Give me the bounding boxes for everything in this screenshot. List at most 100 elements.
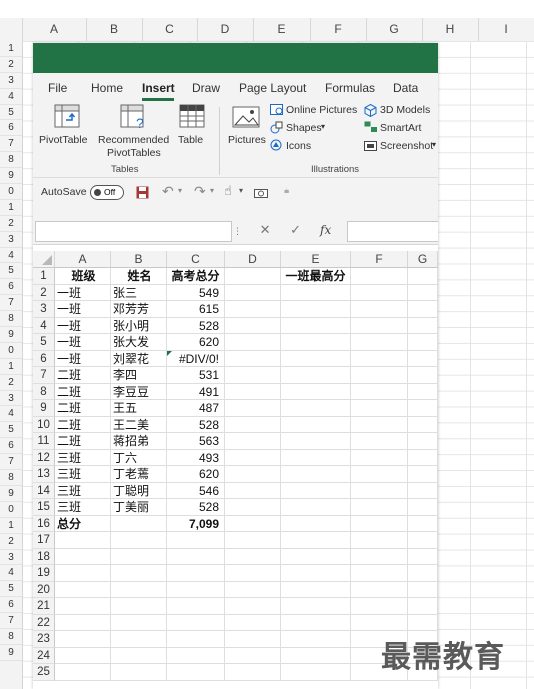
cell-b[interactable]: 王五 [111,400,167,417]
col-header-d[interactable]: D [225,251,281,267]
bg-row-header[interactable]: 4 [0,89,22,105]
cell-g[interactable] [408,416,438,433]
row-header[interactable]: 17 [33,532,55,549]
bg-row-header[interactable]: 9 [0,486,22,502]
cell-d[interactable] [225,565,281,582]
cell-d[interactable] [225,383,281,400]
cell-d[interactable] [225,268,281,285]
cell-a[interactable] [55,581,111,598]
cell-e[interactable] [281,367,351,384]
cell-b[interactable]: 张小明 [111,317,167,334]
cell-f[interactable] [351,499,408,516]
cell-f[interactable] [351,400,408,417]
cell-g[interactable] [408,383,438,400]
bg-col-g[interactable]: G [366,18,423,41]
cell-d[interactable] [225,301,281,318]
cell-f[interactable] [351,334,408,351]
cell-b[interactable]: 蒋招弟 [111,433,167,450]
cell-g[interactable] [408,532,438,549]
cell-a[interactable] [55,565,111,582]
bg-row-header[interactable]: 9 [0,168,22,185]
cell-g[interactable] [408,317,438,334]
bg-col-f[interactable]: F [310,18,367,41]
cell-e[interactable] [281,499,351,516]
cell-f[interactable] [351,416,408,433]
bg-row-header[interactable]: 5 [0,105,22,121]
cell-c[interactable] [167,664,225,681]
row-header[interactable]: 22 [33,614,55,631]
cell-a[interactable]: 二班 [55,400,111,417]
cell-f[interactable] [351,482,408,499]
cell-b[interactable]: 李四 [111,367,167,384]
row-header[interactable]: 20 [33,581,55,598]
bg-row-header[interactable]: 3 [0,391,22,407]
row-header[interactable]: 11 [33,433,55,450]
cell-f[interactable] [351,614,408,631]
cell-a[interactable]: 总分 [55,515,111,532]
row-header[interactable]: 19 [33,565,55,582]
bg-row-header[interactable]: 0 [0,343,22,359]
row-header[interactable]: 15 [33,499,55,516]
bg-row-header[interactable]: 1 [0,518,22,534]
cell-e[interactable] [281,614,351,631]
cell-b[interactable]: 张大发 [111,334,167,351]
bg-row-header[interactable]: 0 [0,184,22,200]
cell-e[interactable] [281,350,351,367]
cell-g[interactable] [408,515,438,532]
cell-d[interactable] [225,350,281,367]
cell-b[interactable]: 李豆豆 [111,383,167,400]
cell-d[interactable] [225,499,281,516]
cell-g[interactable] [408,433,438,450]
cell-e[interactable] [281,317,351,334]
cell-e[interactable] [281,647,351,664]
row-header[interactable]: 18 [33,548,55,565]
cell-c[interactable]: 高考总分 [167,268,225,285]
cell-d[interactable] [225,317,281,334]
cell-b[interactable]: 刘翠花 [111,350,167,367]
cell-c[interactable] [167,581,225,598]
cell-d[interactable] [225,647,281,664]
cell-f[interactable] [351,581,408,598]
select-all-corner[interactable] [0,18,23,41]
cell-f[interactable] [351,548,408,565]
cell-d[interactable] [225,449,281,466]
bg-row-header[interactable]: 6 [0,438,22,455]
cell-c[interactable]: 620 [167,466,225,483]
cell-a[interactable] [55,631,111,648]
cell-d[interactable] [225,334,281,351]
camera-icon[interactable] [254,187,268,198]
touch-mode-icon[interactable]: ☝ [224,183,232,199]
save-icon[interactable] [136,186,149,199]
cell-d[interactable] [225,614,281,631]
cell-e[interactable] [281,449,351,466]
col-header-e[interactable]: E [281,251,351,267]
bg-col-e[interactable]: E [253,18,311,41]
col-header-c[interactable]: C [167,251,225,267]
cell-d[interactable] [225,548,281,565]
cell-e[interactable] [281,565,351,582]
cell-a[interactable] [55,647,111,664]
row-header[interactable]: 4 [33,317,55,334]
cell-a[interactable]: 一班 [55,301,111,318]
undo-icon[interactable]: ↶ [162,183,174,200]
cell-c[interactable]: 528 [167,499,225,516]
cell-d[interactable] [225,367,281,384]
bg-col-c[interactable]: C [142,18,198,41]
bg-row-header[interactable]: 1 [0,41,22,57]
cell-e[interactable] [281,416,351,433]
cell-b[interactable]: 张三 [111,284,167,301]
cell-c[interactable] [167,614,225,631]
cell-b[interactable] [111,631,167,648]
col-header-g[interactable]: G [408,251,438,267]
bg-row-header[interactable]: 6 [0,279,22,296]
cell-g[interactable] [408,268,438,285]
cell-a[interactable]: 二班 [55,416,111,433]
row-header[interactable]: 5 [33,334,55,351]
redo-icon[interactable]: ↷ [194,183,206,200]
bg-row-header[interactable]: 5 [0,422,22,439]
bg-col-a[interactable]: A [22,18,87,41]
cell-d[interactable] [225,482,281,499]
cell-c[interactable]: 528 [167,416,225,433]
cell-c[interactable]: 549 [167,284,225,301]
bg-row-header[interactable]: 2 [0,534,22,550]
